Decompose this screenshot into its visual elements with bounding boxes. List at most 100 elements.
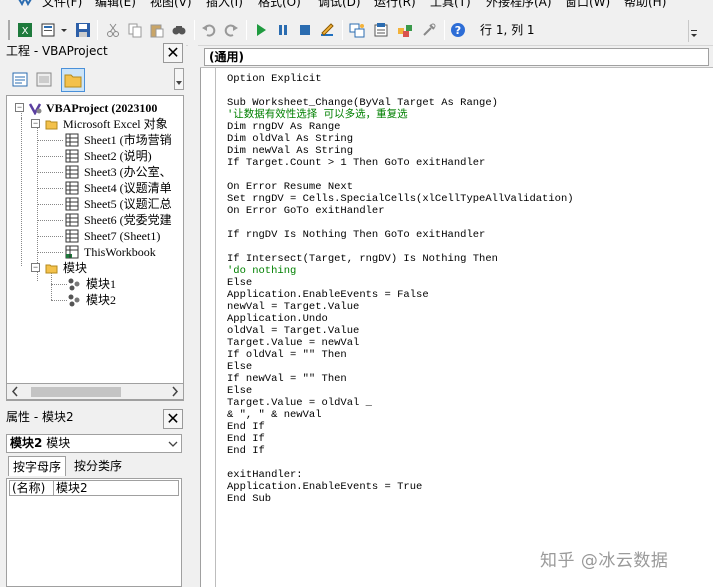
tree-folder-excel-objects[interactable]: − Microsoft Excel 对象 (31, 116, 183, 132)
tree-item-thisworkbook[interactable]: ThisWorkbook (65, 244, 183, 260)
help-icon[interactable]: ? (449, 21, 467, 39)
pane-splitter[interactable] (188, 40, 198, 587)
redo-icon[interactable] (222, 21, 240, 39)
collapse-icon[interactable]: − (31, 119, 40, 128)
code-line[interactable]: Target.Value = oldVal _ (227, 397, 372, 409)
view-code-icon[interactable] (10, 70, 30, 90)
close-icon[interactable]: ✕ (163, 409, 183, 429)
toggle-folders-icon[interactable] (61, 68, 85, 92)
object-select[interactable]: 模块2 模块 (6, 434, 182, 453)
tree-item-module1[interactable]: 模块1 (67, 276, 177, 292)
project-horizontal-scrollbar[interactable] (6, 383, 184, 400)
reset-icon[interactable] (296, 21, 314, 39)
code-line[interactable]: If newVal = "" Then (227, 373, 347, 385)
code-line[interactable]: If Intersect(Target, rngDV) Is Nothing T… (227, 253, 498, 265)
code-line[interactable]: Application.EnableEvents = False (227, 289, 429, 301)
run-icon[interactable] (252, 21, 270, 39)
code-line[interactable]: If Target.Count > 1 Then GoTo exitHandle… (227, 157, 485, 169)
menu-file[interactable]: 文件(F) (42, 0, 82, 12)
design-mode-icon[interactable] (318, 21, 336, 39)
tree-item-sheet5[interactable]: Sheet5 (议题汇总 (65, 196, 183, 212)
code-line[interactable]: Dim rngDV As Range (227, 121, 340, 133)
scroll-right-icon[interactable] (170, 384, 180, 399)
tree-item-sheet2[interactable]: Sheet2 (说明) (65, 148, 183, 164)
code-margin[interactable] (201, 68, 216, 587)
menu-addins[interactable]: 外接程序(A) (486, 0, 552, 12)
menu-run[interactable]: 运行(R) (374, 0, 416, 12)
excel-icon[interactable]: X (16, 21, 34, 39)
code-editor[interactable]: Option Explicit Sub Worksheet_Change(ByVa… (200, 68, 713, 587)
menu-tools[interactable]: 工具(T) (430, 0, 471, 12)
code-line[interactable]: Target.Value = newVal (227, 337, 359, 349)
copy-icon[interactable] (126, 21, 144, 39)
tree-item-module2[interactable]: 模块2 (67, 292, 177, 308)
code-line[interactable]: Set rngDV = Cells.SpecialCells(xlCellTyp… (227, 193, 574, 205)
paste-icon[interactable] (148, 21, 166, 39)
code-line[interactable]: Dim oldVal As String (227, 133, 353, 145)
insert-dropdown-icon[interactable] (60, 21, 68, 39)
menu-debug[interactable]: 调试(D) (318, 0, 361, 12)
chevron-down-icon[interactable] (168, 439, 178, 449)
toolbar-grip[interactable] (8, 20, 10, 40)
cut-icon[interactable] (104, 21, 122, 39)
insert-module-icon[interactable] (40, 21, 58, 39)
tree-root-vbaproject[interactable]: − VBAProject (2023100 (15, 100, 183, 116)
tree-item-label: Sheet6 (党委党建 (84, 213, 172, 227)
project-explorer-icon[interactable] (348, 21, 366, 39)
code-line[interactable]: If oldVal = "" Then (227, 349, 347, 361)
code-line[interactable]: On Error GoTo exitHandler (227, 205, 385, 217)
code-line[interactable]: End If (227, 421, 265, 433)
code-line[interactable]: Else (227, 385, 252, 397)
code-line[interactable]: Sub Worksheet_Change(ByVal Target As Ran… (227, 97, 498, 109)
property-value[interactable]: 模块2 (56, 481, 88, 495)
tree-item-sheet3[interactable]: Sheet3 (办公室、 (65, 164, 183, 180)
properties-icon[interactable] (372, 21, 390, 39)
menu-edit[interactable]: 编辑(E) (95, 0, 136, 12)
close-icon[interactable]: ✕ (163, 43, 183, 63)
code-line[interactable]: Option Explicit (227, 73, 322, 85)
code-line[interactable]: End Sub (227, 493, 271, 505)
code-line[interactable]: & ", " & newVal (227, 409, 322, 421)
code-line[interactable]: 'do nothing (227, 265, 296, 277)
menu-view[interactable]: 视图(V) (150, 0, 192, 12)
scroll-left-icon[interactable] (10, 384, 20, 399)
tree-item-sheet6[interactable]: Sheet6 (党委党建 (65, 212, 183, 228)
code-line[interactable]: newVal = Target.Value (227, 301, 359, 313)
code-line[interactable]: Application.Undo (227, 313, 328, 325)
object-browser-icon[interactable] (396, 21, 414, 39)
code-line[interactable]: Dim newVal As String (227, 145, 353, 157)
code-line[interactable]: Else (227, 361, 252, 373)
collapse-icon[interactable]: − (15, 103, 24, 112)
tree-item-sheet1[interactable]: Sheet1 (市场营销 (65, 132, 183, 148)
code-line[interactable]: If rngDV Is Nothing Then GoTo exitHandle… (227, 229, 485, 241)
object-dropdown[interactable]: (通用) (204, 48, 709, 66)
property-row-name[interactable]: (名称) 模块2 (9, 480, 179, 496)
code-line[interactable]: End If (227, 445, 265, 457)
tab-alphabetic[interactable]: 按字母序 (8, 456, 67, 476)
menu-window[interactable]: 窗口(W) (565, 0, 610, 12)
menu-insert[interactable]: 插入(I) (206, 0, 243, 12)
menu-help[interactable]: 帮助(H) (624, 0, 666, 12)
save-icon[interactable] (74, 21, 92, 39)
code-line[interactable]: Application.EnableEvents = True (227, 481, 422, 493)
code-line[interactable]: On Error Resume Next (227, 181, 353, 193)
find-icon[interactable] (170, 21, 188, 39)
tree-item-sheet7[interactable]: Sheet7 (Sheet1) (65, 228, 183, 244)
tree-folder-modules[interactable]: − 模块 (31, 260, 183, 276)
toolbar-overflow[interactable] (688, 20, 698, 42)
tab-categorized[interactable]: 按分类序 (70, 456, 126, 476)
menu-format[interactable]: 格式(O) (258, 0, 301, 12)
scroll-up-button[interactable] (174, 68, 184, 90)
code-line[interactable]: End If (227, 433, 265, 445)
code-line[interactable]: Else (227, 277, 252, 289)
collapse-icon[interactable]: − (31, 263, 40, 272)
code-line[interactable]: exitHandler: (227, 469, 303, 481)
toolbox-icon[interactable] (420, 21, 438, 39)
code-line[interactable]: oldVal = Target.Value (227, 325, 359, 337)
scrollbar-thumb[interactable] (31, 387, 121, 397)
break-icon[interactable] (274, 21, 292, 39)
view-object-icon[interactable] (34, 70, 54, 90)
tree-item-sheet4[interactable]: Sheet4 (议题清单 (65, 180, 183, 196)
code-line[interactable]: '让数据有效性选择 可以多选，重复选 (227, 109, 408, 121)
undo-icon[interactable] (200, 21, 218, 39)
